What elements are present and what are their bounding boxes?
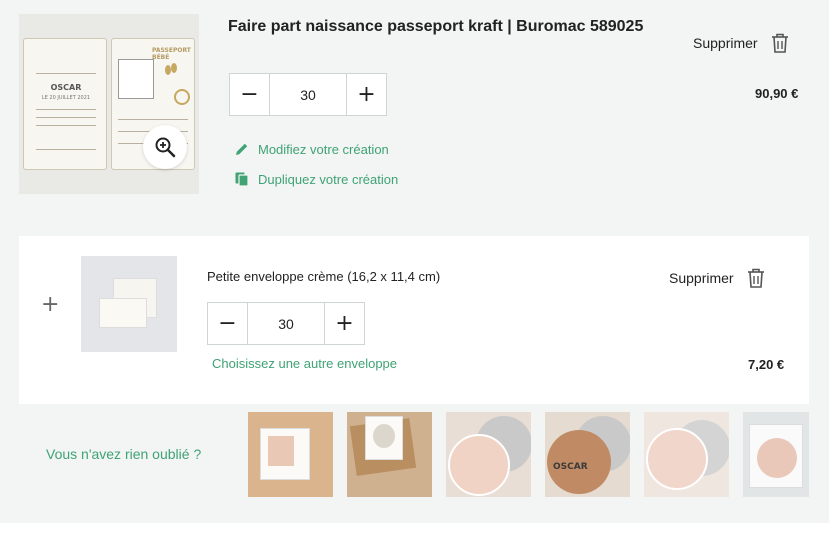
remove-product-button[interactable]: Supprimer — [693, 32, 790, 54]
plus-icon: + — [41, 292, 60, 317]
thumb-text: OSCAR — [553, 462, 588, 472]
extra-product-thumb[interactable] — [347, 412, 432, 497]
trash-icon — [747, 268, 764, 288]
card-stamp — [174, 89, 190, 105]
product-title[interactable]: Faire part naissance passeport kraft | B… — [228, 14, 648, 40]
duplicate-icon — [235, 172, 249, 187]
envelope-quantity-input[interactable]: 30 — [247, 303, 325, 344]
product-quantity-stepper: − 30 + — [229, 73, 387, 116]
duplicate-creation-label: Dupliquez votre création — [258, 171, 399, 187]
envelope-quantity-stepper: − 30 + — [207, 302, 365, 345]
zoom-button[interactable] — [143, 125, 187, 169]
envelope-decrement-button[interactable]: − — [208, 303, 247, 344]
remove-envelope-button[interactable]: Supprimer — [669, 267, 766, 289]
envelope-image — [81, 256, 177, 352]
baby-feet-icon — [165, 63, 177, 75]
pencil-icon — [236, 143, 248, 155]
remove-envelope-label: Supprimer — [669, 270, 734, 286]
card-date-text: LE 20 JUILLET 2021 — [41, 95, 91, 101]
extra-product-thumb[interactable] — [743, 412, 809, 497]
envelope-title: Petite enveloppe crème (16,2 x 11,4 cm) — [207, 269, 441, 284]
forgot-label: Vous n'avez rien oublié ? — [46, 446, 202, 462]
extra-product-thumb[interactable] — [248, 412, 333, 497]
envelope-price: 7,20 € — [748, 357, 785, 372]
quantity-input[interactable]: 30 — [269, 74, 347, 115]
product-price: 90,90 € — [755, 86, 799, 101]
extra-product-thumb[interactable] — [644, 412, 729, 497]
envelope-front — [99, 298, 147, 328]
remove-label: Supprimer — [693, 35, 758, 51]
extra-product-thumb[interactable] — [446, 412, 531, 497]
card-left-page: OSCAR LE 20 JUILLET 2021 — [23, 38, 107, 170]
trash-icon — [771, 33, 788, 53]
edit-creation-link[interactable]: Modifiez votre création — [234, 141, 389, 157]
card-name-text: OSCAR — [50, 83, 82, 92]
increment-button[interactable]: + — [347, 74, 386, 115]
product-image[interactable]: OSCAR LE 20 JUILLET 2021 PASSEPORT BÉBÉ — [19, 14, 199, 194]
choose-envelope-link[interactable]: Choisissez une autre enveloppe — [212, 356, 397, 371]
card-photo — [118, 59, 154, 99]
zoom-in-icon — [155, 137, 176, 158]
edit-creation-label: Modifiez votre création — [258, 141, 389, 157]
envelope-increment-button[interactable]: + — [325, 303, 364, 344]
extra-product-thumb[interactable]: OSCAR — [545, 412, 630, 497]
duplicate-creation-link[interactable]: Dupliquez votre création — [234, 171, 398, 187]
decrement-button[interactable]: − — [230, 74, 269, 115]
